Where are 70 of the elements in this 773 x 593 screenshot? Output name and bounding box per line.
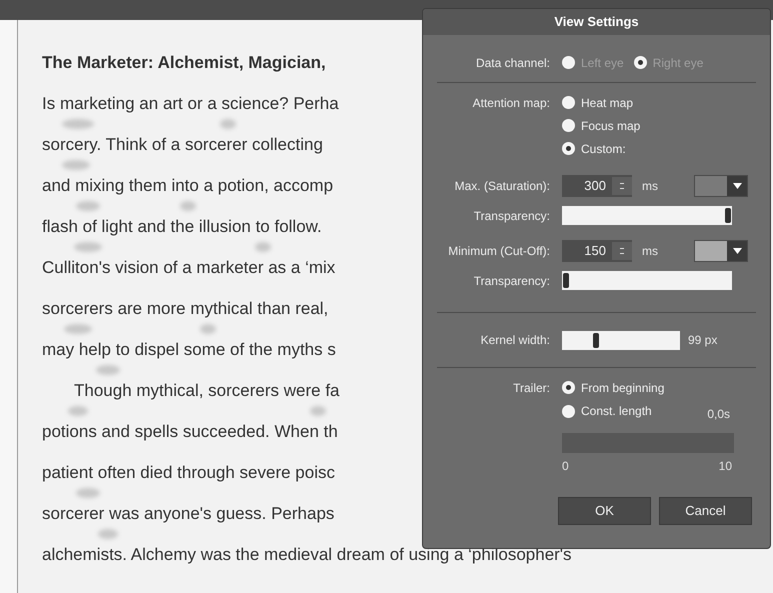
document-text: patient often died through severe poisc xyxy=(42,462,335,484)
field-label: Max. (Saturation): xyxy=(454,178,550,192)
unit-label: ms xyxy=(642,242,659,260)
spinner-value: 150 xyxy=(583,242,607,260)
color-dropdown[interactable] xyxy=(694,174,748,196)
heat-blob xyxy=(62,160,90,170)
caret-icon[interactable] xyxy=(727,176,747,196)
heat-blob xyxy=(255,242,271,252)
trailer-reading: 0,0s xyxy=(707,406,731,423)
field-label: Minimum (Cut-Off): xyxy=(448,244,550,258)
field-label: Attention map: xyxy=(472,96,550,110)
radio-label: Custom: xyxy=(581,140,626,158)
heat-blob xyxy=(68,406,88,416)
document-text: sorcerer was anyone's guess. Perhaps xyxy=(42,502,334,525)
slider-thumb[interactable] xyxy=(725,208,731,223)
radio-label: Const. length xyxy=(581,403,652,420)
radio-button[interactable] xyxy=(562,119,575,132)
cancel-button[interactable]: Cancel xyxy=(659,497,752,525)
scale-min-label: 0 xyxy=(562,458,569,475)
radio-button[interactable] xyxy=(562,96,575,109)
kernel-reading: 99 px xyxy=(688,332,718,349)
caret-icon[interactable] xyxy=(727,240,747,260)
document-text: sorcerers are more mythical than real, xyxy=(42,298,328,320)
document-text: Culliton's vision of a marketer as a ‘mix xyxy=(42,256,336,279)
heat-blob xyxy=(76,488,100,498)
number-spinner[interactable]: 150 xyxy=(562,240,632,262)
field-label: Trailer: xyxy=(513,380,550,394)
heat-blob xyxy=(74,242,102,252)
color-dropdown[interactable] xyxy=(694,240,748,262)
document-text: sorcery. Think of a sorcerer collecting xyxy=(42,134,323,156)
spinner-arrows-icon[interactable] xyxy=(612,242,632,260)
document-heading: The Marketer: Alchemist, Magician, xyxy=(42,52,326,74)
field-label: Kernel width: xyxy=(480,333,550,347)
slider-track[interactable] xyxy=(562,271,732,290)
document-text: and mixing them into a potion, accomp xyxy=(42,174,334,197)
document-text: may help to dispel some of the myths s xyxy=(42,338,336,361)
number-spinner[interactable]: 300 xyxy=(562,174,632,196)
radio-button[interactable] xyxy=(562,381,575,394)
slider-track[interactable] xyxy=(562,206,732,225)
unit-label: ms xyxy=(642,178,659,194)
document-text: alchemists. Alchemy was the medieval dream of using a ‘philosopher's xyxy=(42,544,572,566)
document-text: potions and spells succeeded. When th xyxy=(42,420,338,443)
heat-blob xyxy=(64,324,92,334)
ok-button[interactable]: OK xyxy=(558,497,651,525)
scale-max-label: 10 xyxy=(718,458,732,475)
heat-blob xyxy=(98,529,118,539)
heat-blob xyxy=(220,119,236,129)
spinner-arrows-icon[interactable] xyxy=(612,176,632,194)
field-label: Transparency: xyxy=(474,208,550,222)
document-text: flash of light and the illusion to follow. xyxy=(42,216,322,238)
heat-blob xyxy=(76,201,100,211)
dialog-title: View Settings xyxy=(554,13,639,32)
heat-blob xyxy=(180,201,196,211)
spinner-value: 300 xyxy=(583,176,607,195)
radio-label: From beginning xyxy=(581,380,664,396)
field-label: Data channel: xyxy=(476,56,550,70)
slider-track[interactable] xyxy=(562,330,680,350)
heat-blob xyxy=(200,324,216,334)
document-text: Though mythical, sorcerers were fa xyxy=(74,380,340,402)
heat-blob xyxy=(310,406,326,416)
field-label: Transparency: xyxy=(474,274,550,288)
document-text: Is marketing an art or a science? Perha xyxy=(42,92,339,115)
slider-thumb[interactable] xyxy=(563,273,569,288)
radio-label: Heat map xyxy=(581,94,634,112)
radio-button[interactable] xyxy=(562,404,575,418)
heat-blob xyxy=(96,365,120,375)
slider-thumb[interactable] xyxy=(592,332,599,348)
radio-button[interactable] xyxy=(562,142,575,155)
heat-blob xyxy=(62,119,94,129)
radio-label: Focus map xyxy=(581,118,640,134)
